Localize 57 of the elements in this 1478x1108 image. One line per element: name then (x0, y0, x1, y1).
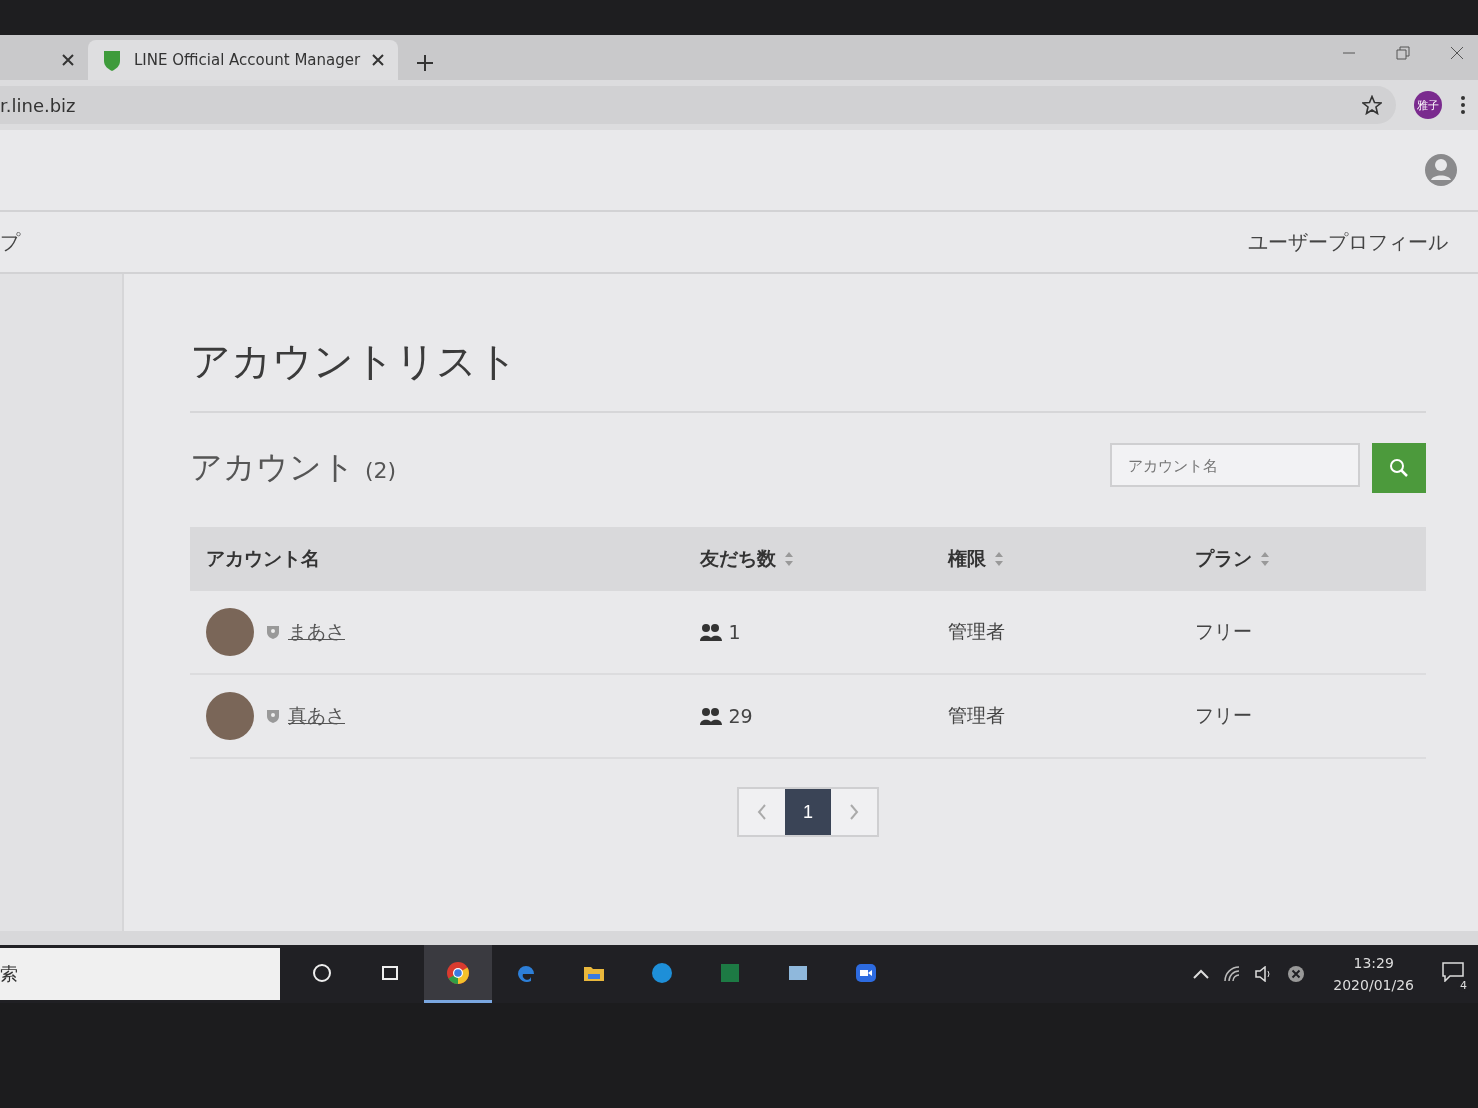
taskbar-search-field[interactable]: 索 (0, 948, 280, 1000)
restore-icon[interactable] (1396, 46, 1410, 60)
address-bar[interactable]: r.line.biz (0, 86, 1396, 124)
user-icon[interactable] (1424, 153, 1458, 187)
people-icon (700, 623, 723, 641)
shield-icon (266, 624, 280, 640)
people-icon (700, 707, 723, 725)
notification-count: 4 (1457, 979, 1470, 992)
browser-icon (446, 960, 470, 985)
user-profile-link[interactable]: ユーザープロフィール (1248, 228, 1448, 256)
sort-icon (784, 551, 795, 567)
horizontal-scrollbar[interactable] (0, 931, 1478, 945)
taskbar-app[interactable] (424, 945, 492, 1003)
role-cell: 管理者 (947, 620, 1005, 642)
nav-link[interactable]: プ (0, 228, 20, 256)
wifi-icon[interactable] (1223, 966, 1242, 982)
tab-title: LINE Official Account Manager (134, 51, 361, 69)
section-title: アカウント (190, 447, 355, 488)
close-icon[interactable] (62, 54, 74, 66)
chevron-up-icon[interactable] (1193, 969, 1210, 979)
shield-icon (266, 708, 280, 724)
clock-time: 13:29 (1353, 955, 1394, 971)
friend-count: 1 (728, 621, 741, 643)
clock-date: 2020/01/26 (1333, 977, 1414, 993)
menu-icon[interactable] (1460, 95, 1466, 115)
browser-tab[interactable]: LINE Official Account Manager (88, 40, 399, 80)
notification-icon[interactable] (1442, 962, 1464, 982)
close-icon[interactable] (372, 54, 385, 66)
star-icon[interactable] (1362, 95, 1382, 115)
page-button[interactable]: 1 (785, 789, 831, 835)
photo-placeholder (206, 608, 254, 656)
plan-cell: フリー (1194, 620, 1252, 642)
close-icon[interactable] (1450, 46, 1464, 60)
friend-count: 29 (728, 705, 753, 727)
page-title: アカウントリスト (190, 334, 1426, 413)
photo-placeholder (206, 692, 254, 740)
search-field[interactable]: アカウント名 (1110, 443, 1360, 487)
role-cell: 管理者 (947, 704, 1005, 726)
account-link[interactable]: 真あさ (288, 703, 345, 729)
column-header[interactable]: 権限 (947, 546, 986, 572)
account-count: (2) (365, 458, 397, 483)
search-icon (1389, 458, 1409, 478)
column-header[interactable]: 友だち数 (700, 546, 777, 572)
account-link[interactable]: まあさ (288, 619, 345, 645)
column-header: アカウント名 (206, 546, 320, 571)
url-text: r.line.biz (0, 94, 77, 116)
shield-logo-icon (102, 49, 122, 71)
chevron-left-icon (757, 804, 767, 820)
sort-icon (993, 551, 1004, 567)
plan-cell: フリー (1194, 704, 1252, 726)
sort-icon (1259, 551, 1270, 567)
search-button[interactable] (1372, 443, 1426, 493)
new-tab-icon[interactable] (416, 54, 435, 72)
column-header[interactable]: プラン (1194, 546, 1252, 572)
profile-avatar[interactable]: 雅子 (1414, 91, 1442, 119)
error-icon[interactable] (1287, 965, 1306, 983)
chevron-right-icon (849, 804, 859, 820)
